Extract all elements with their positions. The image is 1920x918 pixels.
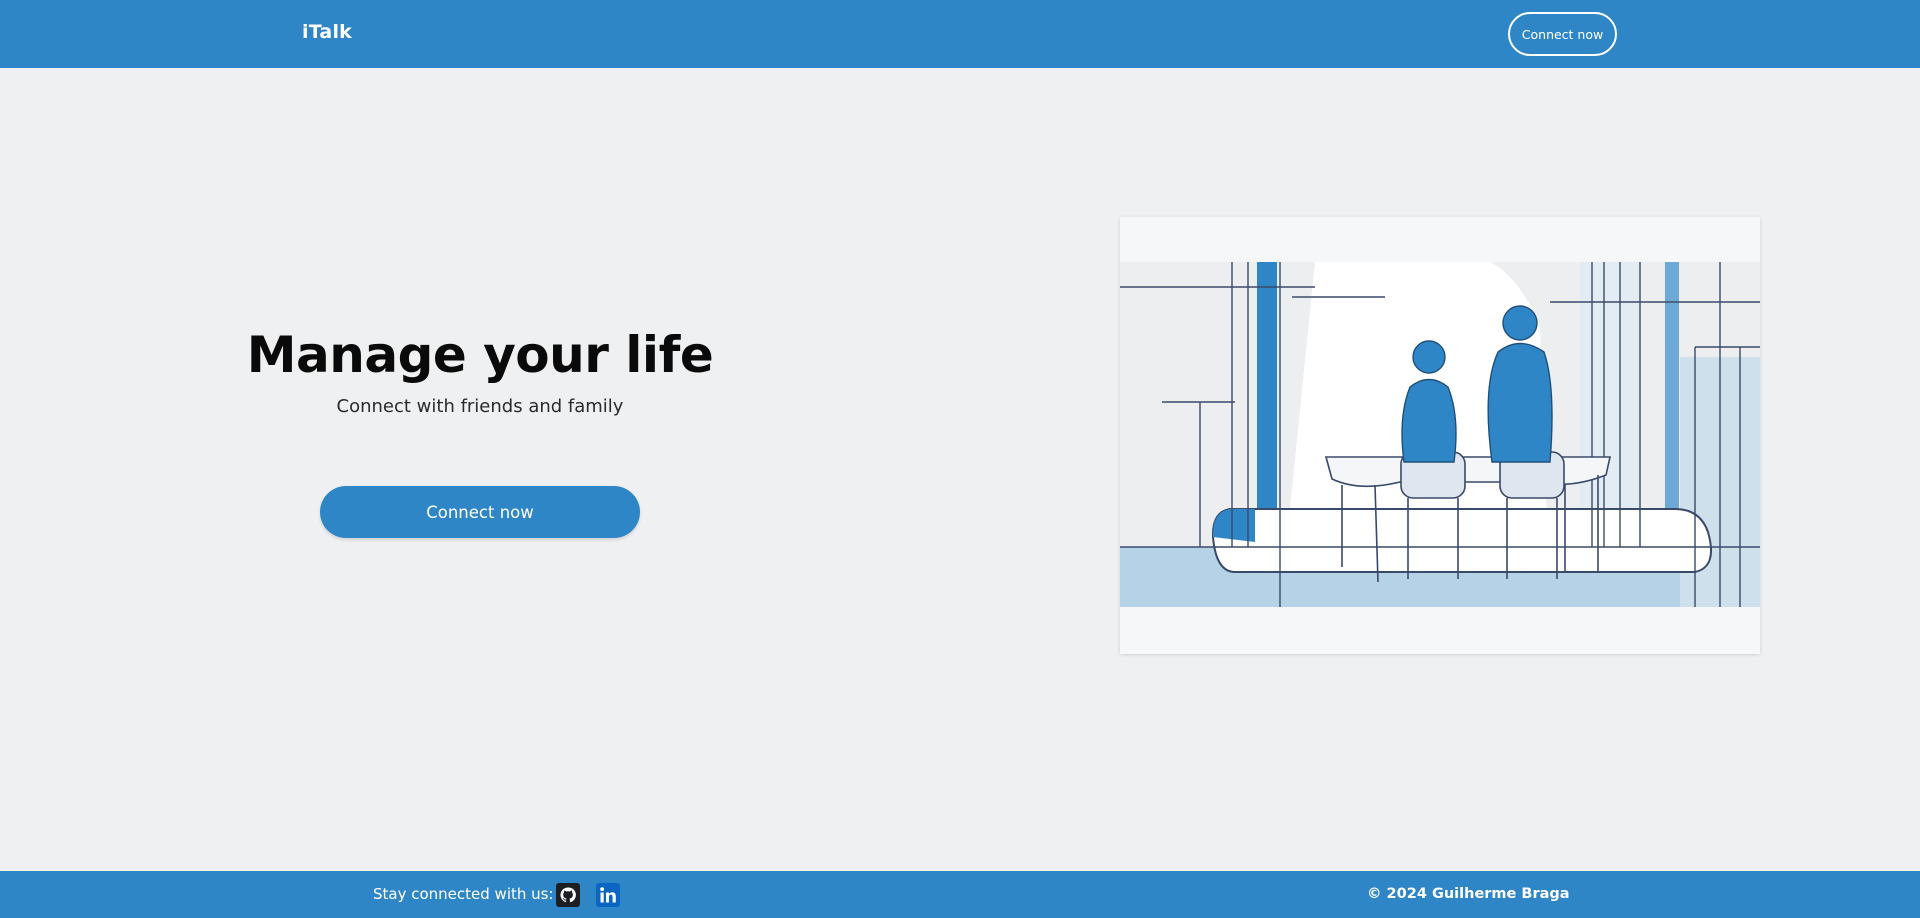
copyright-text: © 2024 Guilherme Braga xyxy=(1367,886,1570,902)
hero-title: Manage your life xyxy=(246,326,714,384)
hero-illustration xyxy=(1120,217,1760,654)
linkedin-icon[interactable] xyxy=(596,883,620,907)
brand-logo[interactable]: iTalk xyxy=(302,21,352,43)
stay-connected-label: Stay connected with us: xyxy=(373,885,554,903)
hero-connect-button[interactable]: Connect now xyxy=(320,486,640,538)
people-at-table-illustration xyxy=(1120,217,1760,654)
header-connect-button[interactable]: Connect now xyxy=(1508,12,1617,56)
site-footer: Stay connected with us: © 2024 Guilherme… xyxy=(0,871,1920,918)
site-header: iTalk Connect now xyxy=(0,0,1920,68)
hero-subtitle: Connect with friends and family xyxy=(336,396,624,417)
github-icon[interactable] xyxy=(556,883,580,907)
